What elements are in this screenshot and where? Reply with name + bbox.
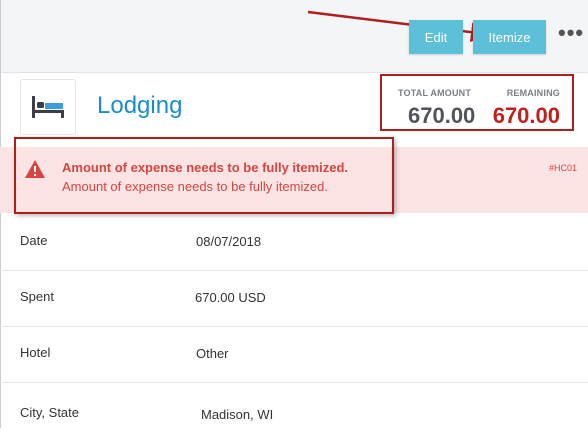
field-row-date: Date 08/07/2018: [0, 214, 588, 271]
field-value: 08/07/2018: [196, 234, 262, 249]
field-value: Other: [196, 346, 229, 361]
field-row-spent: Spent 670.00 USD: [0, 270, 588, 327]
alert-message: Amount of expense needs to be fully item…: [62, 179, 328, 194]
field-label: Hotel: [20, 345, 51, 360]
field-label: City, State: [20, 405, 80, 420]
field-value: Madison, WI: [201, 407, 274, 422]
bed-icon: [32, 96, 64, 118]
expense-type-icon-box: [20, 79, 76, 135]
alert-annotation-box: [14, 137, 394, 214]
remaining-label: REMAINING: [506, 88, 560, 98]
annotation-arrow: [307, 10, 491, 43]
field-row-hotel: Hotel Other: [0, 326, 588, 383]
amount-summary: TOTAL AMOUNT 670.00 REMAINING 670.00: [380, 74, 574, 131]
more-options-icon[interactable]: •••: [558, 22, 584, 44]
alert-title: Amount of expense needs to be fully item…: [62, 160, 349, 175]
alert-code: #HC01: [548, 163, 577, 173]
field-value: 670.00 USD: [195, 290, 266, 305]
remaining-value: 670.00: [492, 103, 560, 128]
itemize-button[interactable]: Itemize: [473, 20, 546, 54]
page-title: Lodging: [97, 92, 183, 119]
total-amount-value: 670.00: [408, 103, 476, 128]
edit-button[interactable]: Edit: [409, 20, 463, 54]
field-label: Spent: [20, 289, 54, 304]
warning-icon: [25, 160, 45, 178]
total-amount-label: TOTAL AMOUNT: [398, 88, 472, 98]
field-label: Date: [20, 233, 48, 248]
field-row-city-state: City, State Madison, WI: [0, 385, 588, 441]
